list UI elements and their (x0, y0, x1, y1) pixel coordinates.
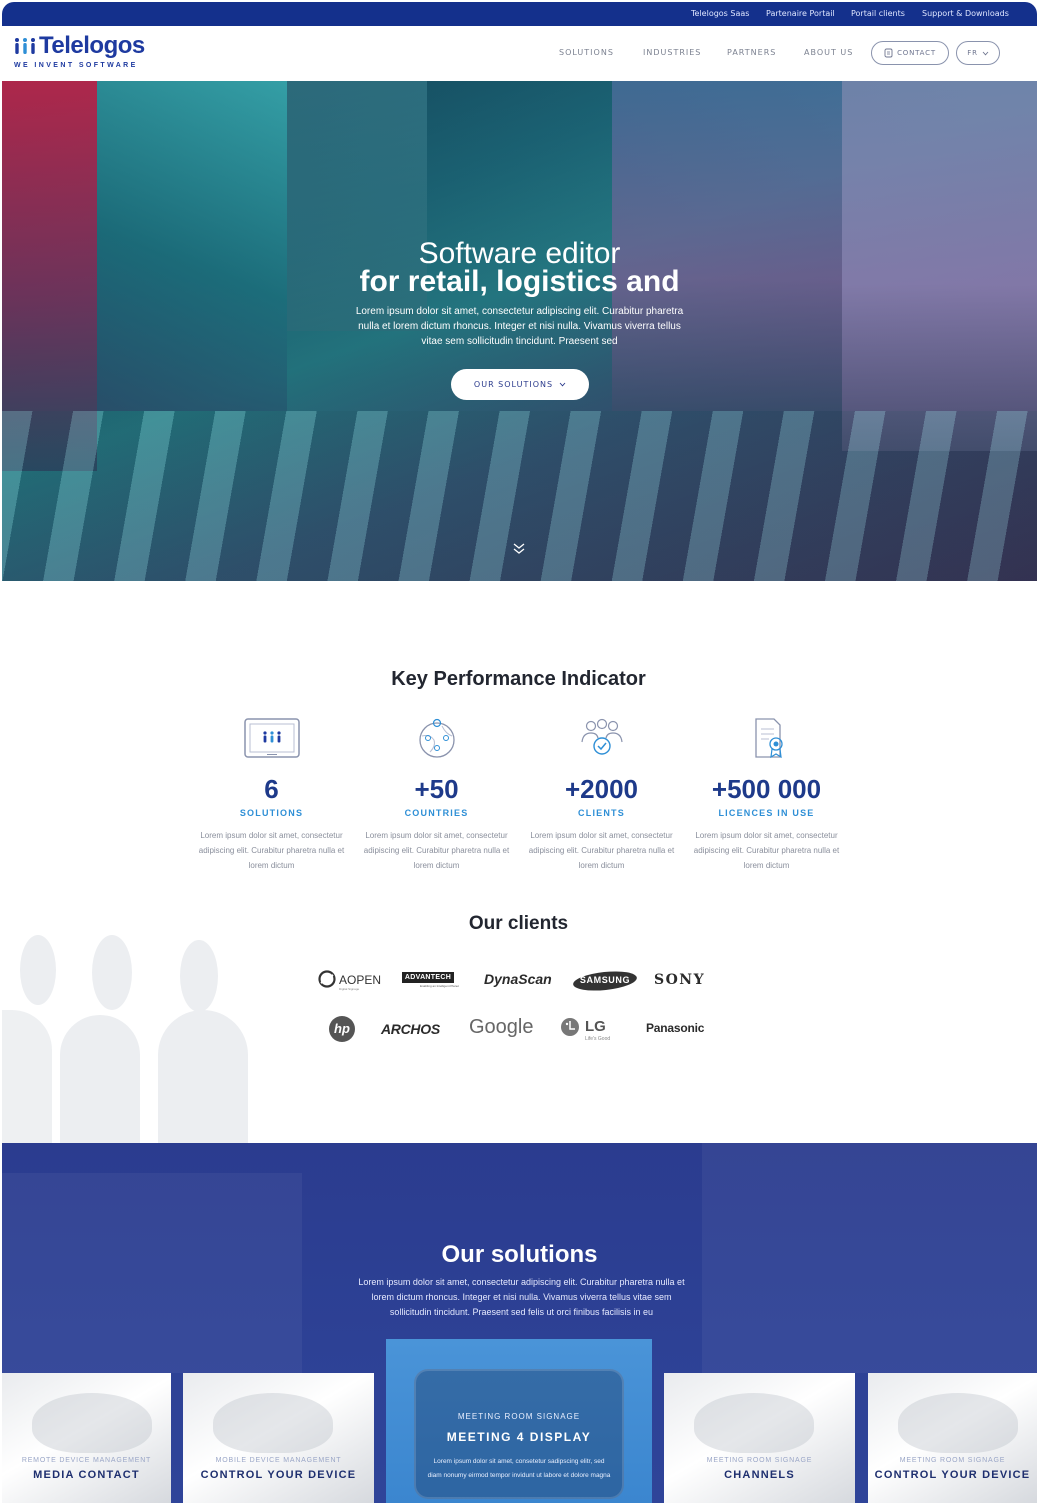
watermark-figure (2, 1010, 52, 1143)
client-logo-lg: LG Life's Good (560, 1016, 622, 1044)
certificate-icon (754, 718, 783, 759)
nav-solutions[interactable]: SOLUTIONS (559, 48, 614, 57)
solutions-section-title: Our solutions (441, 1241, 598, 1268)
nav-partners[interactable]: PARTNERS (727, 48, 776, 57)
solution-card-channels[interactable]: MEETING ROOM SIGNAGE CHANNELS (664, 1373, 855, 1503)
client-logo-sony: SONY (654, 972, 706, 988)
client-logo-samsung: SAMSUNG (572, 970, 638, 992)
hero-banner: Software editor for retail, logistics an… (2, 81, 1037, 581)
solution-card-control-your-device-2[interactable]: MEETING ROOM SIGNAGE CONTROL YOUR DEVICE (868, 1373, 1037, 1503)
kpi-value: +2000 (564, 774, 639, 804)
topbar-link-support[interactable]: Support & Downloads (922, 9, 1009, 18)
solutions-background-glass (2, 1173, 302, 1373)
hero-crosswalk (2, 411, 1037, 581)
kpi-value: +500 000 (711, 774, 822, 804)
aopen-wordmark: AOPEN (339, 973, 382, 987)
clients-section-title: Our clients (468, 913, 569, 934)
card-description: Lorem ipsum dolor sit amet, consetetur s… (427, 1458, 611, 1479)
kpi-description: Lorem ipsum dolor sit amet, consectetur … (363, 831, 510, 870)
contact-icon (884, 48, 893, 58)
logo-people-icon (15, 38, 35, 54)
contact-button[interactable]: CONTACT (871, 41, 949, 65)
card-background-image (213, 1393, 333, 1453)
lg-face-icon (561, 1018, 579, 1036)
card-kicker: REMOTE DEVICE MANAGEMENT (21, 1457, 152, 1464)
topbar-link-saas[interactable]: Telelogos Saas (691, 9, 749, 18)
kpi-label: CLIENTS (578, 808, 625, 818)
card-kicker: MEETING ROOM SIGNAGE (899, 1457, 1006, 1464)
kpi-label: LICENCES IN USE (718, 808, 815, 818)
hero-description: Lorem ipsum dolor sit amet, consectetur … (355, 306, 684, 347)
client-logo-archos: ARCHOS (381, 1021, 440, 1037)
language-selector[interactable]: FR (956, 41, 1000, 65)
aopen-mark-icon (318, 970, 336, 988)
kpi-value: 6 (264, 774, 279, 804)
chevron-down-icon (982, 51, 989, 55)
watermark-figure (92, 935, 132, 1010)
globe-people-icon (418, 718, 455, 758)
client-logo-google: Google (469, 1016, 534, 1038)
kpi-description: Lorem ipsum dolor sit amet, consectetur … (528, 831, 675, 870)
card-background-image (32, 1393, 152, 1453)
kpi-label: SOLUTIONS (239, 808, 304, 818)
users-check-icon (580, 718, 623, 755)
kpi-section-title: Key Performance Indicator (391, 668, 646, 690)
kpi-label: COUNTRIES (404, 808, 469, 818)
card-kicker: MEETING ROOM SIGNAGE (706, 1457, 813, 1464)
solution-card-control-your-device[interactable]: MOBILE DEVICE MANAGEMENT CONTROL YOUR DE… (183, 1373, 374, 1503)
hp-wordmark: hp (334, 1021, 350, 1036)
watermark-figure (158, 1010, 248, 1143)
scroll-down-icon[interactable] (512, 541, 526, 555)
card-title: CONTROL YOUR DEVICE (874, 1469, 1031, 1481)
tablet-logo-icon (243, 718, 300, 758)
solutions-section: Our solutions Lorem ipsum dolor sit amet… (2, 1143, 1037, 1503)
card-title: MEDIA CONTACT (33, 1469, 140, 1481)
lg-wordmark: LG (585, 1018, 606, 1035)
card-kicker: MOBILE DEVICE MANAGEMENT (215, 1457, 342, 1464)
topbar-link-client-portal[interactable]: Portail clients (851, 9, 905, 18)
nav-industries[interactable]: INDUSTRIES (643, 48, 701, 57)
contact-label: CONTACT (897, 49, 936, 57)
chevron-down-icon (559, 382, 566, 387)
client-logo-advantech: ADVANTECH Enabling an Intelligent Planet (402, 972, 470, 990)
main-navigation: Telelogos WE INVENT SOFTWARE SOLUTIONS I… (2, 26, 1037, 81)
kpi-countries: +50 COUNTRIES Lorem ipsum dolor sit amet… (354, 716, 519, 873)
kpi-clients: +2000 CLIENTS Lorem ipsum dolor sit amet… (519, 716, 684, 873)
watermark-figure (180, 940, 218, 1012)
advantech-subtitle: Enabling an Intelligent Planet (420, 984, 459, 988)
hero-title-line2: for retail, logistics and (359, 265, 680, 298)
language-label: FR (967, 49, 978, 57)
aopen-subtitle: Digital Signage (339, 987, 360, 991)
kpi-description: Lorem ipsum dolor sit amet, consectetur … (693, 831, 840, 870)
samsung-wordmark: SAMSUNG (579, 975, 631, 985)
watermark-figure (20, 935, 56, 1005)
watermark-figure (60, 1015, 140, 1143)
card-background-image (694, 1393, 814, 1453)
kpi-solutions: 6 SOLUTIONS Lorem ipsum dolor sit amet, … (189, 716, 354, 873)
kpi-licences: +500 000 LICENCES IN USE Lorem ipsum dol… (684, 716, 849, 873)
card-background-image (898, 1393, 1018, 1453)
card-title: CONTROL YOUR DEVICE (200, 1469, 357, 1481)
our-solutions-button[interactable]: OUR SOLUTIONS (451, 369, 589, 400)
card-title: CHANNELS (724, 1469, 795, 1481)
card-kicker: MEETING ROOM SIGNAGE (457, 1412, 581, 1421)
card-title: MEETING 4 DISPLAY (446, 1430, 592, 1444)
topbar-link-partner-portal[interactable]: Partenaire Portail (766, 9, 835, 18)
client-logo-hp: hp (328, 1015, 356, 1043)
lg-subtitle: Life's Good (585, 1036, 611, 1042)
kpi-value: +50 (414, 774, 459, 804)
page: Telelogos Saas Partenaire Portail Portai… (0, 0, 1037, 1503)
solution-card-meeting-4-display[interactable]: MEETING ROOM SIGNAGE MEETING 4 DISPLAY L… (386, 1339, 652, 1503)
solutions-description: Lorem ipsum dolor sit amet, consectetur … (358, 1277, 685, 1317)
client-logo-dynascan: DynaScan (484, 971, 552, 987)
client-logo-panasonic: Panasonic (646, 1021, 705, 1035)
kpi-description: Lorem ipsum dolor sit amet, consectetur … (198, 831, 345, 870)
advantech-wordmark: ADVANTECH (402, 972, 454, 983)
top-utility-bar: Telelogos Saas Partenaire Portail Portai… (2, 2, 1037, 26)
nav-about-us[interactable]: ABOUT US (804, 48, 853, 57)
logo-tagline: WE INVENT SOFTWARE (14, 62, 138, 69)
logo-wordmark: Telelogos (39, 32, 145, 59)
our-solutions-label: OUR SOLUTIONS (473, 380, 554, 389)
solution-card-media-contact[interactable]: REMOTE DEVICE MANAGEMENT MEDIA CONTACT (2, 1373, 171, 1503)
